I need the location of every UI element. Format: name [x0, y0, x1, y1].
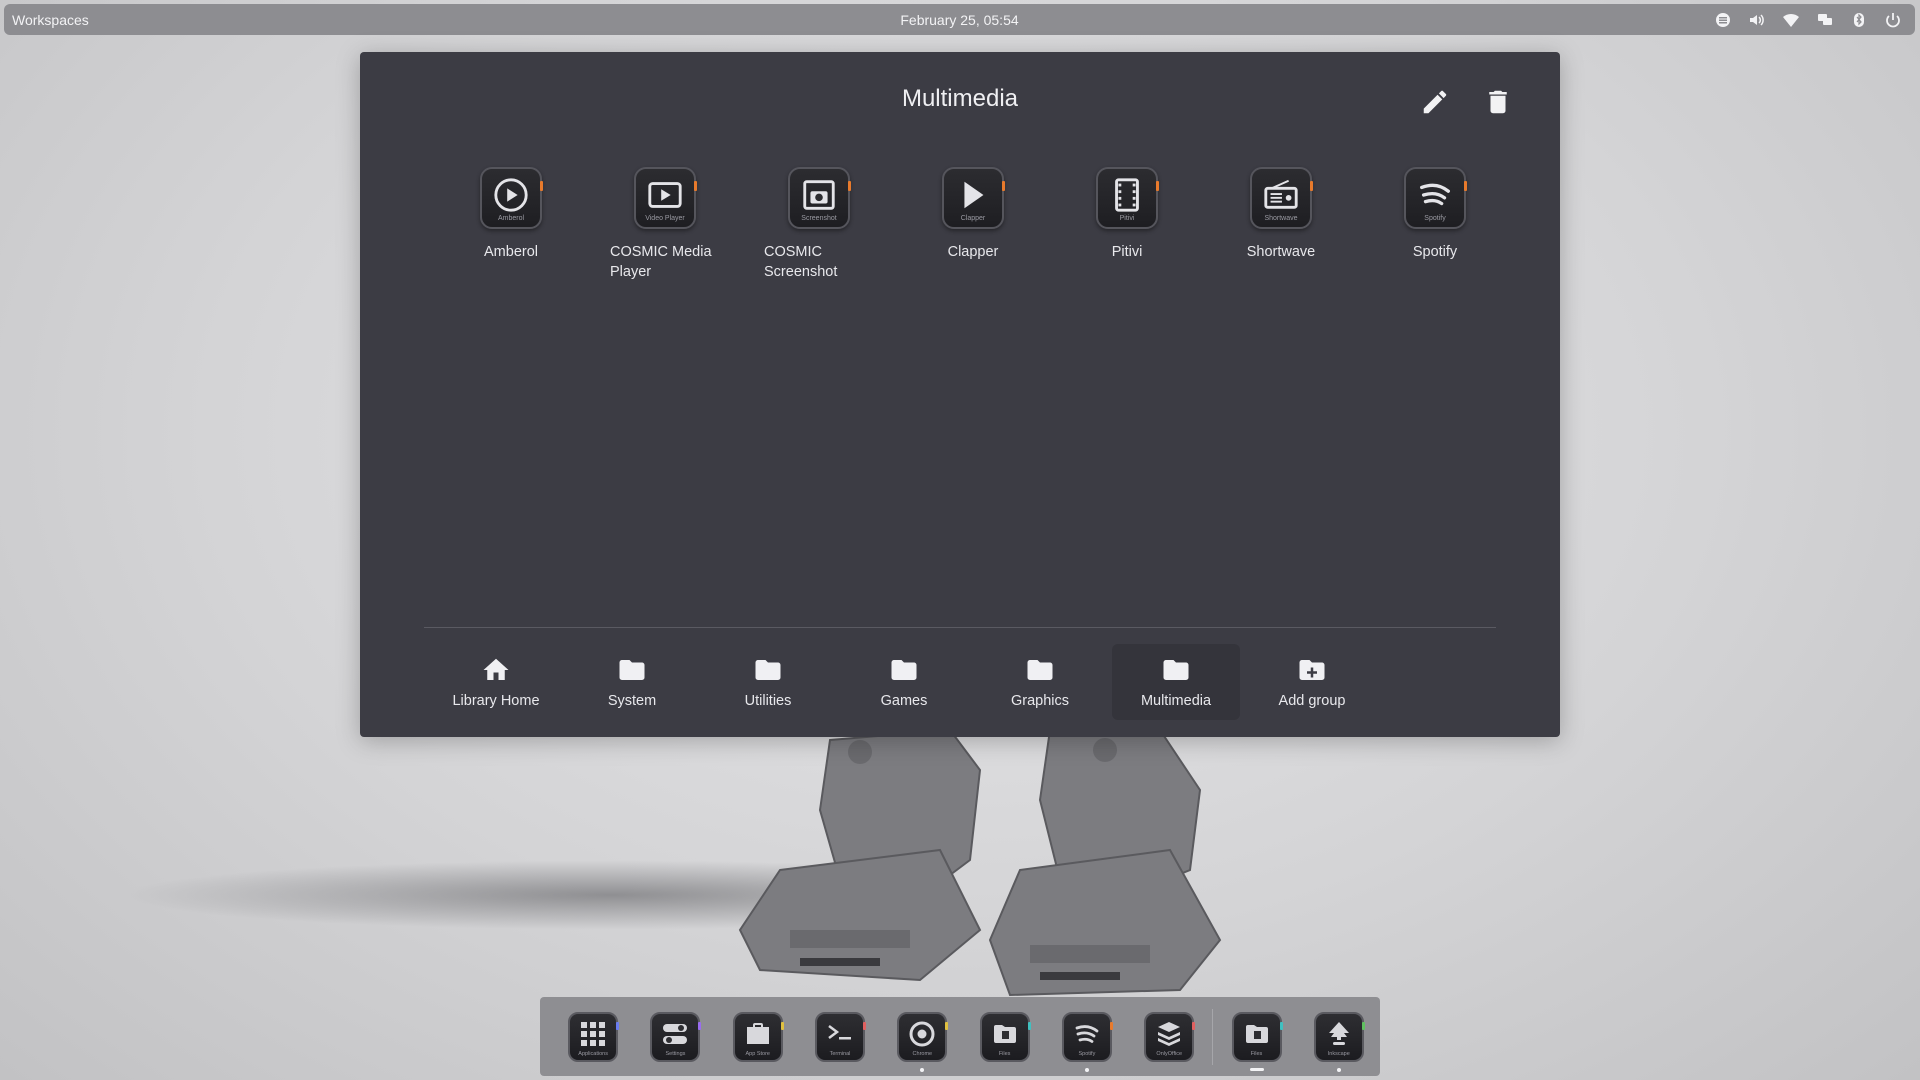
film-icon: Pitivi [1096, 167, 1159, 229]
inkscape-icon: Inkscape [1313, 1011, 1365, 1062]
app-shortwave[interactable]: Shortwave Shortwave [1204, 167, 1358, 282]
folder-add-icon [1299, 660, 1325, 680]
app-label: Pitivi [1111, 244, 1143, 260]
bluetooth-icon[interactable] [1849, 10, 1869, 30]
app-library-window: Multimedia Amberol Amberol Video Player … [360, 52, 1560, 737]
running-indicator [1084, 1068, 1089, 1072]
store-icon: App Store [732, 1011, 784, 1062]
group-label: Add group [1278, 693, 1346, 709]
layers-icon: OnlyOffice [1144, 1011, 1196, 1062]
dock-files[interactable]: Files [963, 997, 1045, 1076]
running-indicator [1336, 1068, 1341, 1072]
running-indicator [920, 1068, 925, 1072]
display-icon[interactable] [1815, 10, 1835, 30]
screenshot-icon: Screenshot [788, 167, 851, 229]
music-play-icon: Amberol [480, 167, 543, 229]
group-system[interactable]: System [568, 644, 696, 720]
pencil-icon [1423, 90, 1447, 114]
app-label: Amberol [484, 244, 538, 260]
group-title: Multimedia [901, 85, 1019, 112]
files-icon: Files [1231, 1011, 1283, 1062]
play-icon: Clapper [942, 167, 1005, 229]
dock-files-window[interactable]: Files [1215, 997, 1297, 1076]
dock-separator [1212, 1008, 1214, 1065]
group-multimedia[interactable]: Multimedia [1112, 644, 1240, 720]
app-pitivi[interactable]: Pitivi Pitivi [1050, 167, 1204, 282]
trash-icon [1489, 90, 1507, 114]
notifications-icon[interactable] [1713, 10, 1733, 30]
dock: Applications Settings App Store Terminal… [540, 997, 1380, 1076]
folder-icon [755, 660, 781, 680]
folder-icon [1027, 660, 1053, 680]
dock-chrome[interactable]: Chrome [881, 997, 963, 1076]
files-icon: Files [979, 1011, 1031, 1062]
group-graphics[interactable]: Graphics [976, 644, 1104, 720]
group-games[interactable]: Games [840, 644, 968, 720]
dock-onlyoffice[interactable]: OnlyOffice [1128, 997, 1210, 1076]
dock-applications[interactable]: Applications [552, 997, 634, 1076]
app-label: Clapper [947, 244, 999, 260]
dock-settings[interactable]: Settings [634, 997, 716, 1076]
dock-terminal[interactable]: Terminal [799, 997, 881, 1076]
system-tray [1713, 10, 1907, 30]
app-label: COSMIC Media Player [610, 244, 712, 280]
wallpaper-robot [738, 730, 1222, 997]
app-label: COSMIC Screenshot [764, 244, 838, 280]
folder-icon [619, 660, 645, 680]
app-grid: Amberol Amberol Video Player COSMIC Medi… [434, 167, 1512, 282]
group-label: Graphics [1010, 693, 1070, 709]
folder-icon [891, 660, 917, 680]
app-clapper[interactable]: Clapper Clapper [896, 167, 1050, 282]
dock-spotify[interactable]: Spotify [1046, 997, 1128, 1076]
workspaces-button[interactable]: Workspaces [12, 12, 89, 28]
clock[interactable]: February 25, 05:54 [900, 12, 1018, 28]
spotify-icon: Spotify [1404, 167, 1467, 229]
group-label: Utilities [744, 693, 792, 709]
radio-icon: Shortwave [1250, 167, 1313, 229]
edit-group-button[interactable] [1415, 82, 1455, 122]
terminal-icon: Terminal [815, 1011, 867, 1062]
add-group-button[interactable]: Add group [1248, 644, 1376, 720]
app-label: Spotify [1412, 244, 1458, 260]
power-icon[interactable] [1883, 10, 1903, 30]
app-amberol[interactable]: Amberol Amberol [434, 167, 588, 282]
top-panel: Workspaces February 25, 05:54 [4, 4, 1915, 35]
app-spotify[interactable]: Spotify Spotify [1358, 167, 1512, 282]
divider [424, 627, 1496, 628]
group-library-home[interactable]: Library Home [432, 644, 560, 720]
group-label: Multimedia [1140, 693, 1212, 709]
folder-icon [1163, 660, 1189, 680]
focused-indicator [1249, 1068, 1264, 1071]
group-utilities[interactable]: Utilities [704, 644, 832, 720]
home-icon [483, 658, 509, 680]
group-label: Library Home [452, 693, 540, 709]
app-cosmic-screenshot[interactable]: Screenshot COSMIC Screenshot [742, 167, 896, 282]
chrome-icon: Chrome [897, 1011, 949, 1062]
video-player-icon: Video Player [634, 167, 697, 229]
app-cosmic-media-player[interactable]: Video Player COSMIC Media Player [588, 167, 742, 282]
app-label: Shortwave [1246, 244, 1316, 260]
dock-app-store[interactable]: App Store [717, 997, 799, 1076]
spotify-icon: Spotify [1061, 1011, 1113, 1062]
toggles-icon: Settings [650, 1011, 702, 1062]
group-bar: Library Home System Utilities Games Grap… [432, 644, 1384, 720]
wifi-icon[interactable] [1781, 10, 1801, 30]
volume-icon[interactable] [1747, 10, 1767, 30]
delete-group-button[interactable] [1478, 82, 1518, 122]
grid-icon: Applications [568, 1011, 620, 1062]
dock-inkscape[interactable]: Inkscape [1298, 997, 1380, 1076]
group-label: System [607, 693, 657, 709]
group-label: Games [880, 693, 928, 709]
